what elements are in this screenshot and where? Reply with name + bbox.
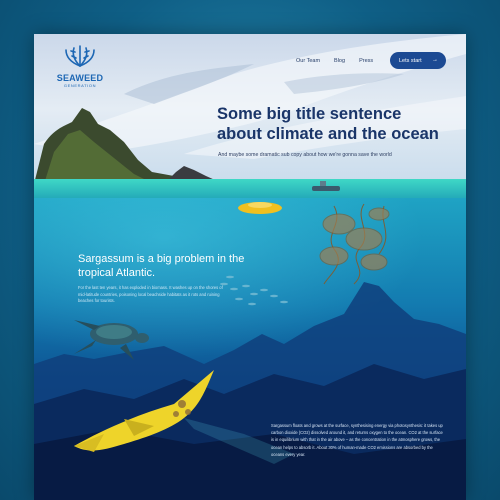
- bottom-body: Sargassum floats and grows at the surfac…: [271, 423, 443, 457]
- section-title: Sargassum is a big problem in the tropic…: [78, 253, 245, 279]
- hero-subtitle: And maybe some dramatic sub copy about h…: [218, 152, 392, 158]
- nav-link-blog[interactable]: Blog: [334, 58, 345, 64]
- surface-drone: [238, 202, 282, 214]
- nav-link-our-team[interactable]: Our Team: [296, 58, 320, 64]
- landing-page-card: SEAWEED GENERATION Our Team Blog Press L…: [34, 34, 466, 500]
- brand-tagline: GENERATION: [63, 83, 97, 88]
- arrow-right-icon: →: [432, 57, 438, 63]
- section-body: For the last ten years, it has exploded …: [78, 285, 223, 304]
- seaweed-wreath-icon: [65, 45, 95, 67]
- brand-logo[interactable]: SEAWEED GENERATION: [56, 42, 104, 88]
- sea-surface: [34, 179, 466, 199]
- cta-label: Lets start: [399, 57, 422, 64]
- brand-name: SEAWEED: [56, 73, 104, 83]
- boat: [312, 186, 340, 191]
- hero-title: Some big title sentence about climate an…: [217, 105, 439, 143]
- nav-link-press[interactable]: Press: [359, 58, 373, 64]
- lets-start-button[interactable]: Lets start →: [390, 52, 446, 69]
- main-nav: Our Team Blog Press: [296, 58, 373, 64]
